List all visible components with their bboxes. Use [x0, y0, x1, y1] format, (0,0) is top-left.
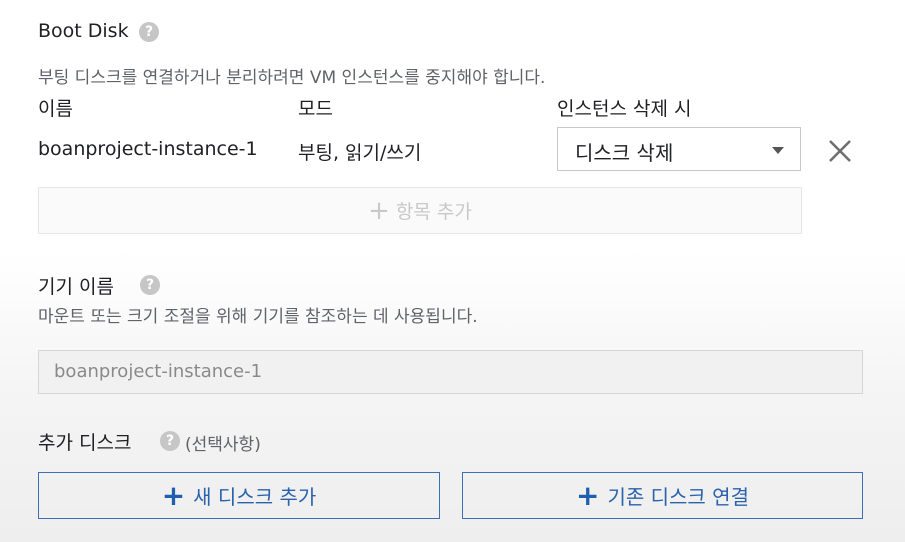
help-icon[interactable]: ?	[160, 431, 180, 451]
disk-mode-cell: 부팅, 읽기/쓰기	[298, 142, 422, 164]
on-delete-select-value: 디스크 삭제	[575, 141, 674, 165]
add-new-disk-button[interactable]: + 새 디스크 추가	[38, 472, 440, 519]
add-new-disk-label: 새 디스크 추가	[193, 485, 317, 509]
attach-existing-disk-button[interactable]: + 기존 디스크 연결	[462, 472, 863, 519]
device-name-title: 기기 이름	[38, 276, 114, 298]
plus-icon: +	[576, 478, 600, 512]
close-icon[interactable]	[826, 137, 854, 165]
optional-label: (선택사항)	[185, 435, 261, 455]
help-icon[interactable]: ?	[139, 22, 159, 42]
dropdown-arrow-icon	[772, 147, 784, 154]
on-delete-select[interactable]: 디스크 삭제	[557, 127, 801, 171]
column-header-mode: 모드	[298, 98, 333, 120]
column-header-name: 이름	[38, 98, 73, 120]
add-item-label: 항목 추가	[395, 201, 472, 223]
attach-existing-disk-label: 기존 디스크 연결	[607, 485, 749, 509]
boot-disk-title: Boot Disk	[38, 20, 129, 42]
disk-name-cell: boanproject-instance-1	[38, 138, 258, 160]
additional-disks-title: 추가 디스크	[38, 432, 132, 454]
boot-disk-description: 부팅 디스크를 연결하거나 분리하려면 VM 인스턴스를 중지해야 합니다.	[38, 68, 546, 88]
column-header-on-delete: 인스턴스 삭제 시	[557, 98, 692, 120]
plus-icon: +	[161, 478, 186, 512]
device-name-description: 마운트 또는 크기 조절을 위해 기기를 참조하는 데 사용됩니다.	[38, 307, 478, 327]
plus-icon: +	[368, 195, 390, 226]
add-item-button[interactable]: + 항목 추가	[38, 187, 802, 234]
help-icon[interactable]: ?	[140, 275, 160, 295]
device-name-value: boanproject-instance-1	[54, 361, 263, 382]
device-name-input[interactable]: boanproject-instance-1	[38, 350, 863, 394]
